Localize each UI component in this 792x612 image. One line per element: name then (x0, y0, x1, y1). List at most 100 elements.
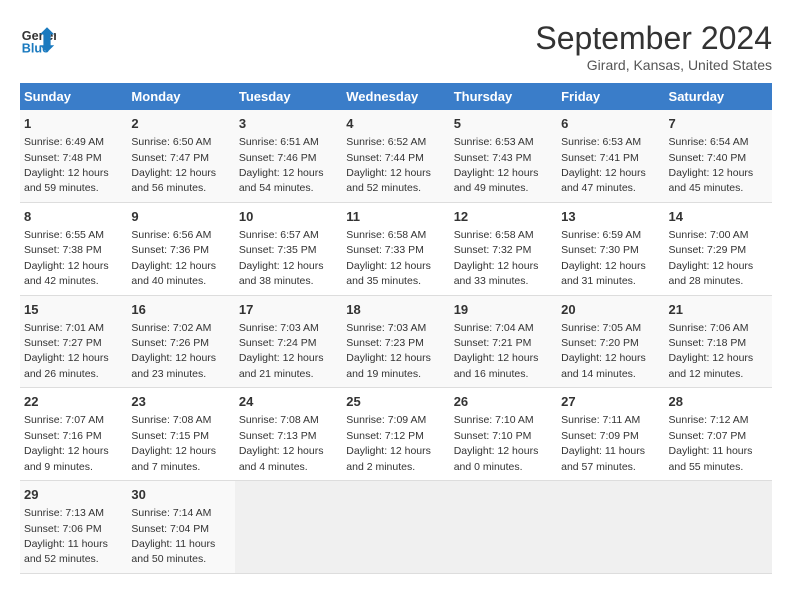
calendar-day-cell: 19 Sunrise: 7:04 AM Sunset: 7:21 PM Dayl… (450, 295, 557, 388)
day-number: 12 (454, 208, 553, 226)
calendar-day-cell: 28 Sunrise: 7:12 AM Sunset: 7:07 PM Dayl… (665, 388, 772, 481)
sunset-text: Sunset: 7:44 PM (346, 152, 424, 164)
calendar-day-cell: 14 Sunrise: 7:00 AM Sunset: 7:29 PM Dayl… (665, 202, 772, 295)
calendar-day-cell: 10 Sunrise: 6:57 AM Sunset: 7:35 PM Dayl… (235, 202, 342, 295)
sunset-text: Sunset: 7:41 PM (561, 152, 639, 164)
sunset-text: Sunset: 7:32 PM (454, 244, 532, 256)
calendar-day-cell: 18 Sunrise: 7:03 AM Sunset: 7:23 PM Dayl… (342, 295, 449, 388)
sunset-text: Sunset: 7:29 PM (669, 244, 747, 256)
sunrise-text: Sunrise: 7:05 AM (561, 322, 641, 334)
calendar-day-cell: 3 Sunrise: 6:51 AM Sunset: 7:46 PM Dayli… (235, 110, 342, 202)
day-number: 20 (561, 301, 660, 319)
calendar-day-cell: 7 Sunrise: 6:54 AM Sunset: 7:40 PM Dayli… (665, 110, 772, 202)
calendar-day-cell: 22 Sunrise: 7:07 AM Sunset: 7:16 PM Dayl… (20, 388, 127, 481)
day-number: 29 (24, 486, 123, 504)
calendar-day-cell: 13 Sunrise: 6:59 AM Sunset: 7:30 PM Dayl… (557, 202, 664, 295)
day-number: 28 (669, 393, 768, 411)
calendar-table: SundayMondayTuesdayWednesdayThursdayFrid… (20, 83, 772, 574)
sunset-text: Sunset: 7:07 PM (669, 430, 747, 442)
calendar-day-cell: 21 Sunrise: 7:06 AM Sunset: 7:18 PM Dayl… (665, 295, 772, 388)
sunrise-text: Sunrise: 7:08 AM (239, 414, 319, 426)
day-number: 17 (239, 301, 338, 319)
day-number: 23 (131, 393, 230, 411)
day-number: 18 (346, 301, 445, 319)
sunset-text: Sunset: 7:48 PM (24, 152, 102, 164)
calendar-day-cell: 29 Sunrise: 7:13 AM Sunset: 7:06 PM Dayl… (20, 481, 127, 574)
daylight-label: Daylight: 12 hours and 52 minutes. (346, 167, 431, 194)
daylight-label: Daylight: 12 hours and 2 minutes. (346, 445, 431, 472)
day-number: 13 (561, 208, 660, 226)
sunset-text: Sunset: 7:38 PM (24, 244, 102, 256)
column-header-monday: Monday (127, 83, 234, 110)
empty-cell (342, 481, 449, 574)
calendar-day-cell: 9 Sunrise: 6:56 AM Sunset: 7:36 PM Dayli… (127, 202, 234, 295)
calendar-day-cell: 6 Sunrise: 6:53 AM Sunset: 7:41 PM Dayli… (557, 110, 664, 202)
calendar-day-cell: 16 Sunrise: 7:02 AM Sunset: 7:26 PM Dayl… (127, 295, 234, 388)
day-number: 30 (131, 486, 230, 504)
daylight-label: Daylight: 12 hours and 23 minutes. (131, 352, 216, 379)
sunset-text: Sunset: 7:15 PM (131, 430, 209, 442)
daylight-label: Daylight: 12 hours and 9 minutes. (24, 445, 109, 472)
empty-cell (450, 481, 557, 574)
sunrise-text: Sunrise: 6:52 AM (346, 136, 426, 148)
sunrise-text: Sunrise: 7:00 AM (669, 229, 749, 241)
day-number: 9 (131, 208, 230, 226)
day-number: 11 (346, 208, 445, 226)
sunset-text: Sunset: 7:23 PM (346, 337, 424, 349)
daylight-label: Daylight: 12 hours and 12 minutes. (669, 352, 754, 379)
sunset-text: Sunset: 7:10 PM (454, 430, 532, 442)
day-number: 1 (24, 115, 123, 133)
daylight-label: Daylight: 12 hours and 54 minutes. (239, 167, 324, 194)
daylight-label: Daylight: 12 hours and 47 minutes. (561, 167, 646, 194)
day-number: 5 (454, 115, 553, 133)
day-number: 26 (454, 393, 553, 411)
day-number: 27 (561, 393, 660, 411)
daylight-label: Daylight: 12 hours and 59 minutes. (24, 167, 109, 194)
day-number: 16 (131, 301, 230, 319)
sunset-text: Sunset: 7:43 PM (454, 152, 532, 164)
calendar-day-cell: 15 Sunrise: 7:01 AM Sunset: 7:27 PM Dayl… (20, 295, 127, 388)
daylight-label: Daylight: 12 hours and 45 minutes. (669, 167, 754, 194)
day-number: 10 (239, 208, 338, 226)
sunrise-text: Sunrise: 6:57 AM (239, 229, 319, 241)
day-number: 3 (239, 115, 338, 133)
sunset-text: Sunset: 7:13 PM (239, 430, 317, 442)
day-number: 22 (24, 393, 123, 411)
daylight-label: Daylight: 11 hours and 55 minutes. (669, 445, 753, 472)
sunrise-text: Sunrise: 6:58 AM (454, 229, 534, 241)
sunrise-text: Sunrise: 7:09 AM (346, 414, 426, 426)
sunset-text: Sunset: 7:47 PM (131, 152, 209, 164)
calendar-header-row: SundayMondayTuesdayWednesdayThursdayFrid… (20, 83, 772, 110)
sunrise-text: Sunrise: 7:06 AM (669, 322, 749, 334)
sunset-text: Sunset: 7:36 PM (131, 244, 209, 256)
sunset-text: Sunset: 7:20 PM (561, 337, 639, 349)
logo-icon: General Blue (20, 20, 56, 56)
empty-cell (557, 481, 664, 574)
day-number: 2 (131, 115, 230, 133)
calendar-day-cell: 1 Sunrise: 6:49 AM Sunset: 7:48 PM Dayli… (20, 110, 127, 202)
sunset-text: Sunset: 7:04 PM (131, 523, 209, 535)
day-number: 4 (346, 115, 445, 133)
daylight-label: Daylight: 12 hours and 7 minutes. (131, 445, 216, 472)
day-number: 25 (346, 393, 445, 411)
column-header-thursday: Thursday (450, 83, 557, 110)
sunrise-text: Sunrise: 7:14 AM (131, 507, 211, 519)
sunrise-text: Sunrise: 6:58 AM (346, 229, 426, 241)
sunrise-text: Sunrise: 6:59 AM (561, 229, 641, 241)
daylight-label: Daylight: 12 hours and 33 minutes. (454, 260, 539, 287)
calendar-day-cell: 30 Sunrise: 7:14 AM Sunset: 7:04 PM Dayl… (127, 481, 234, 574)
daylight-label: Daylight: 12 hours and 31 minutes. (561, 260, 646, 287)
sunset-text: Sunset: 7:33 PM (346, 244, 424, 256)
daylight-label: Daylight: 12 hours and 40 minutes. (131, 260, 216, 287)
daylight-label: Daylight: 12 hours and 42 minutes. (24, 260, 109, 287)
sunrise-text: Sunrise: 7:10 AM (454, 414, 534, 426)
sunrise-text: Sunrise: 7:11 AM (561, 414, 640, 426)
daylight-label: Daylight: 12 hours and 16 minutes. (454, 352, 539, 379)
calendar-day-cell: 27 Sunrise: 7:11 AM Sunset: 7:09 PM Dayl… (557, 388, 664, 481)
daylight-label: Daylight: 12 hours and 14 minutes. (561, 352, 646, 379)
calendar-day-cell: 17 Sunrise: 7:03 AM Sunset: 7:24 PM Dayl… (235, 295, 342, 388)
calendar-week-row: 22 Sunrise: 7:07 AM Sunset: 7:16 PM Dayl… (20, 388, 772, 481)
sunrise-text: Sunrise: 6:53 AM (561, 136, 641, 148)
day-number: 21 (669, 301, 768, 319)
daylight-label: Daylight: 12 hours and 26 minutes. (24, 352, 109, 379)
